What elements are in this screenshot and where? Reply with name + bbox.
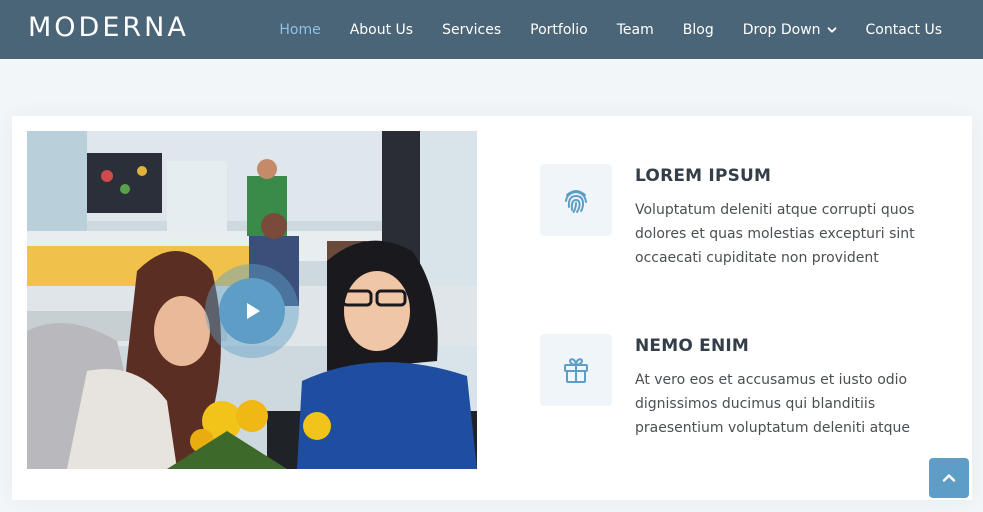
- feature-title: NEMO ENIM: [635, 336, 750, 356]
- nav-about-us[interactable]: About Us: [350, 22, 413, 38]
- feature-description: Voluptatum deleniti atque corrupti quos …: [635, 202, 915, 266]
- gift-icon: [564, 358, 588, 383]
- nav-portfolio[interactable]: Portfolio: [530, 22, 588, 38]
- play-icon: [247, 303, 260, 319]
- office-photo: [27, 131, 477, 469]
- chevron-down-icon: [827, 26, 836, 33]
- nav-contact-us[interactable]: Contact Us: [866, 22, 942, 38]
- fingerprint-icon: [565, 190, 587, 213]
- feature-title: LOREM IPSUM: [635, 166, 772, 186]
- site-logo[interactable]: MODERNA: [28, 12, 189, 43]
- play-video-button[interactable]: [219, 278, 285, 344]
- feature-description: At vero eos et accusamus et iusto odio d…: [635, 372, 911, 436]
- about-card: LOREM IPSUM Voluptatum deleniti atque co…: [12, 116, 972, 500]
- nav-blog[interactable]: Blog: [683, 22, 714, 38]
- chevron-up-icon: [942, 474, 956, 482]
- nav-drop-down[interactable]: Drop Down: [743, 22, 837, 38]
- back-to-top-button[interactable]: [929, 458, 969, 498]
- nav-team[interactable]: Team: [617, 22, 654, 38]
- feature-icon-box: [540, 334, 612, 406]
- main-nav: Home About Us Services Portfolio Team Bl…: [250, 0, 942, 59]
- nav-services[interactable]: Services: [442, 22, 501, 38]
- nav-drop-down-label: Drop Down: [742, 21, 821, 38]
- feature-icon-box: [540, 164, 612, 236]
- nav-home[interactable]: Home: [279, 22, 320, 38]
- site-header: MODERNA Home About Us Services Portfolio…: [0, 0, 983, 59]
